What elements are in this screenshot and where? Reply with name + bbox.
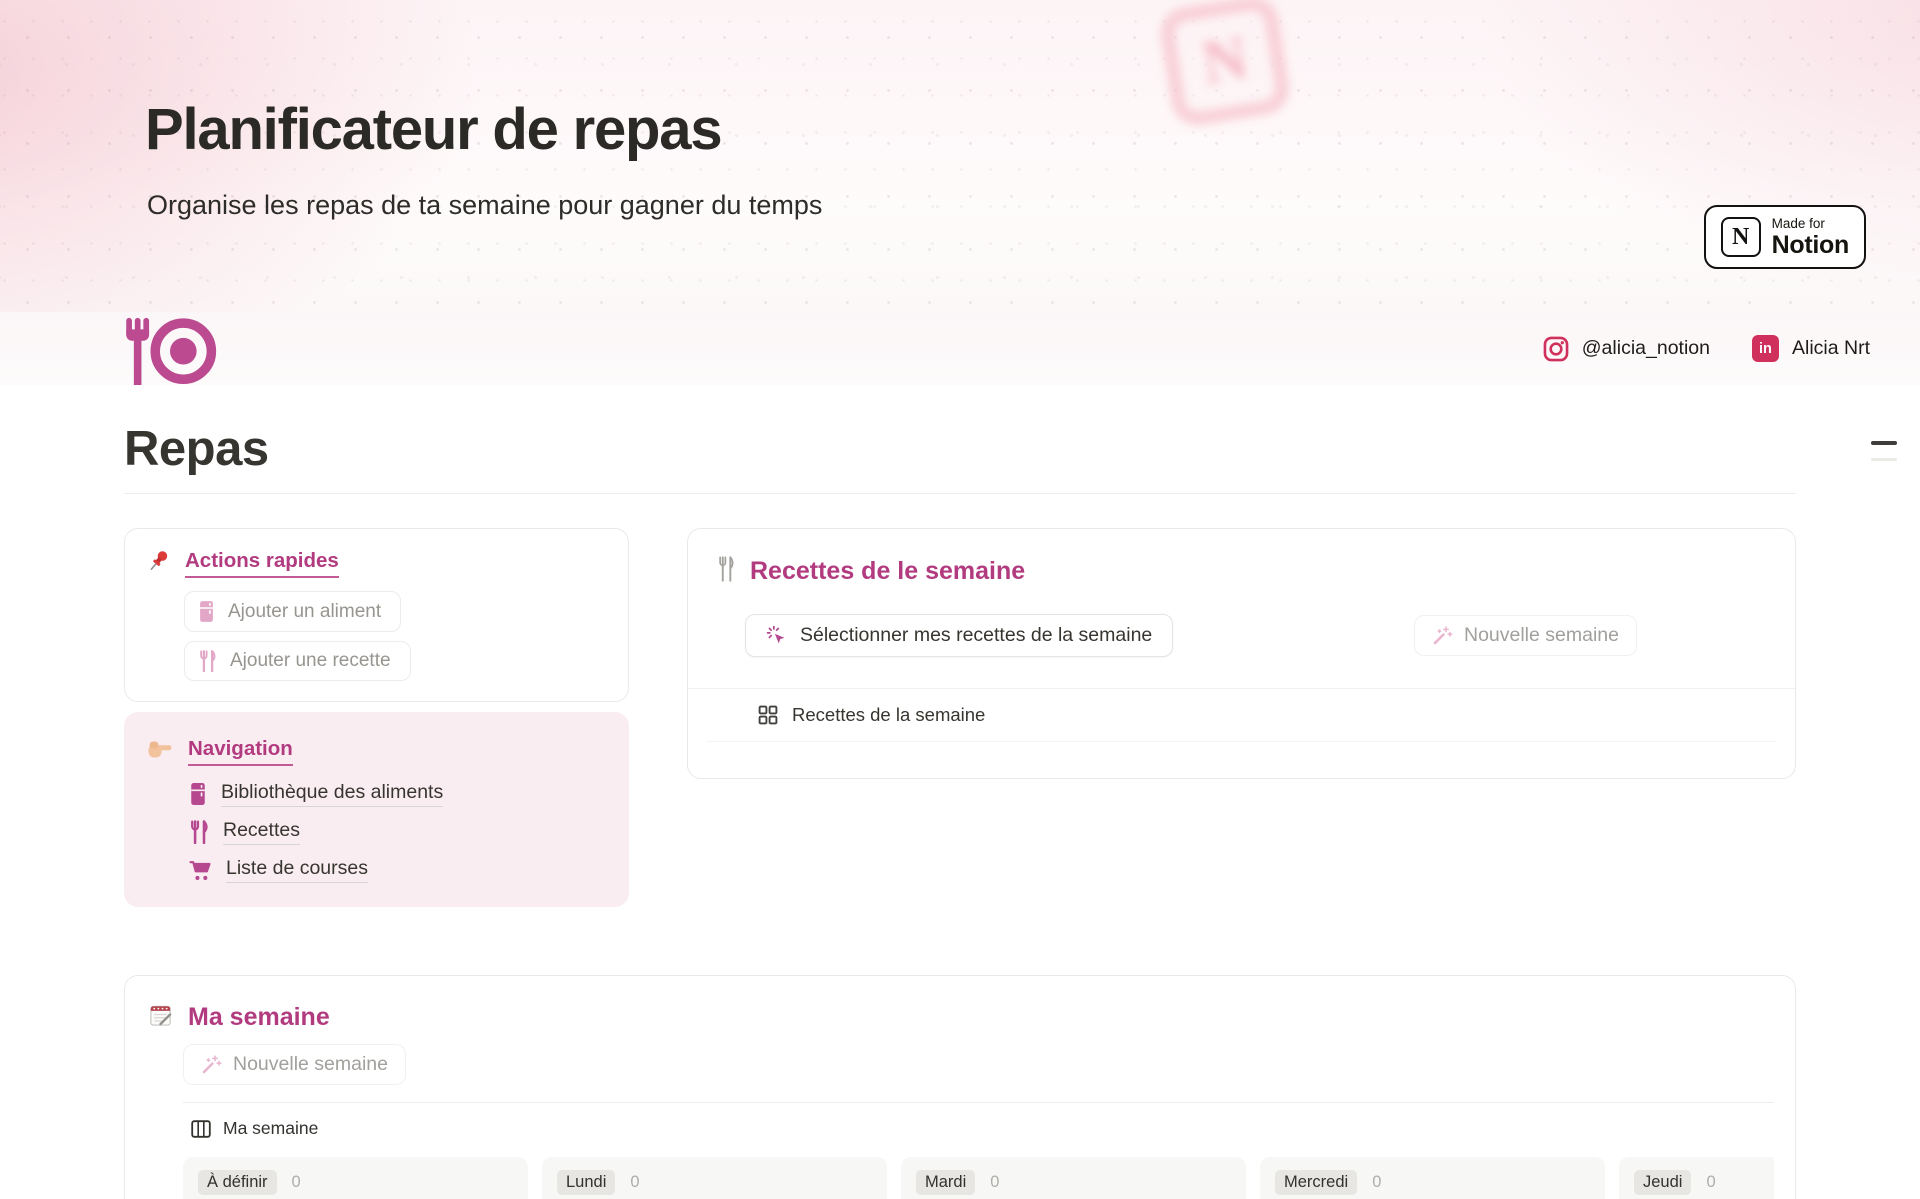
week-recipes-buttons-row: Sélectionner mes recettes de la semaine [688, 588, 1795, 657]
fork-knife-icon [189, 820, 209, 844]
column-chip[interactable]: À définir [198, 1170, 277, 1195]
linkedin-link[interactable]: in Alicia Nrt [1752, 335, 1870, 362]
social-strip: @alicia_notion in Alicia Nrt [0, 312, 1920, 385]
pointing-hand-icon [147, 738, 173, 765]
board-column-jeudi: Jeudi 0 [1619, 1157, 1774, 1199]
collapse-handle-icon[interactable] [1871, 441, 1897, 461]
quick-actions-heading-row: Actions rapides [148, 549, 605, 578]
week-recipes-heading: Recettes de le semaine [750, 557, 1025, 586]
add-food-button[interactable]: Ajouter un aliment [184, 591, 401, 632]
badge-made-for-label: Made for [1772, 216, 1849, 232]
nav-item-shopping-list[interactable]: Liste de courses [189, 857, 606, 883]
select-week-recipes-button[interactable]: Sélectionner mes recettes de la semaine [745, 614, 1173, 657]
two-column-layout: Actions rapides [124, 528, 1796, 907]
magic-wand-icon [1432, 625, 1453, 646]
board-view-label: Ma semaine [223, 1118, 318, 1139]
column-count: 0 [1372, 1173, 1381, 1192]
add-recipe-button[interactable]: Ajouter une recette [184, 641, 411, 681]
notion-watermark-letter: N [1197, 22, 1252, 99]
board-column-mercredi: Mercredi 0 [1260, 1157, 1605, 1199]
nav-item-label: Bibliothèque des aliments [221, 781, 443, 807]
column-count: 0 [630, 1173, 639, 1192]
my-week-heading: Ma semaine [188, 1003, 330, 1032]
board-columns-icon [191, 1120, 211, 1138]
cart-icon [189, 860, 212, 881]
notion-watermark-icon: N [1157, 0, 1292, 129]
nav-item-recipes[interactable]: Recettes [189, 819, 606, 845]
spiral-notepad-icon [148, 1002, 173, 1032]
content-sheet: Repas [0, 385, 1920, 1199]
banner-subtitle: Organise les repas de ta semaine pour ga… [147, 190, 822, 221]
board-column-lundi: Lundi 0 [542, 1157, 887, 1199]
quick-actions-card: Actions rapides [124, 528, 629, 702]
linked-view-week-recipes[interactable]: Recettes de la semaine [688, 689, 1795, 741]
week-recipes-heading-row: Recettes de le semaine [688, 555, 1795, 588]
new-week-label: Nouvelle semaine [1464, 624, 1619, 647]
made-for-notion-badge[interactable]: N Made for Notion [1704, 205, 1866, 269]
header-banner: N Planificateur de repas Organise les re… [0, 0, 1920, 312]
navigation-heading-row: Navigation [147, 737, 606, 766]
navigation-items: Bibliothèque des aliments [189, 781, 606, 883]
column-count: 0 [990, 1173, 999, 1192]
new-week-label: Nouvelle semaine [233, 1053, 388, 1076]
fridge-icon [189, 782, 207, 806]
page-header: Repas [124, 385, 1796, 494]
gallery-grid-icon [758, 705, 778, 725]
board-view-tab[interactable]: Ma semaine [125, 1103, 1795, 1150]
column-chip[interactable]: Mercredi [1275, 1170, 1357, 1195]
notion-logo-letter: N [1732, 224, 1749, 251]
left-column: Actions rapides [124, 528, 629, 907]
cutlery-icon [717, 555, 735, 588]
select-week-recipes-label: Sélectionner mes recettes de la semaine [800, 624, 1152, 647]
column-chip[interactable]: Mardi [916, 1170, 975, 1195]
new-week-button[interactable]: Nouvelle semaine [183, 1044, 406, 1085]
banner-title: Planificateur de repas [145, 96, 721, 163]
quick-actions-heading: Actions rapides [185, 549, 339, 578]
new-week-button[interactable]: Nouvelle semaine [1414, 615, 1637, 656]
fridge-icon [198, 600, 215, 623]
made-for-notion-text: Made for Notion [1772, 216, 1849, 258]
column-chip[interactable]: Jeudi [1634, 1170, 1691, 1195]
magic-wand-icon [201, 1054, 222, 1075]
notion-logo-icon: N [1721, 217, 1761, 257]
column-count: 0 [1706, 1173, 1715, 1192]
board-column-a-definir: À définir 0 [183, 1157, 528, 1199]
linkedin-icon: in [1752, 335, 1779, 362]
board-column-mardi: Mardi 0 [901, 1157, 1246, 1199]
navigation-heading: Navigation [188, 737, 293, 766]
right-column: Recettes de le semaine [687, 528, 1796, 907]
instagram-link[interactable]: @alicia_notion [1543, 336, 1710, 362]
social-links: @alicia_notion in Alicia Nrt [1543, 312, 1870, 385]
week-recipes-card: Recettes de le semaine [687, 528, 1796, 779]
instagram-icon [1543, 336, 1569, 362]
fork-knife-icon [198, 650, 217, 672]
nav-item-label: Liste de courses [226, 857, 368, 883]
nav-item-food-library[interactable]: Bibliothèque des aliments [189, 781, 606, 807]
my-week-card: Ma semaine Nouvelle semaine [124, 975, 1796, 1199]
nav-item-label: Recettes [223, 819, 300, 845]
cursor-click-icon [766, 625, 787, 646]
linkedin-name: Alicia Nrt [1792, 337, 1870, 360]
my-week-heading-row: Ma semaine [125, 1002, 1795, 1032]
instagram-handle: @alicia_notion [1582, 337, 1710, 360]
linked-view-label: Recettes de la semaine [792, 704, 985, 726]
meal-planner-page: N Planificateur de repas Organise les re… [0, 0, 1920, 1199]
navigation-panel: Navigation [124, 712, 629, 907]
column-count: 0 [292, 1173, 301, 1192]
add-recipe-label: Ajouter une recette [230, 650, 391, 672]
page-title: Repas [124, 421, 1796, 477]
column-chip[interactable]: Lundi [557, 1170, 615, 1195]
badge-notion-label: Notion [1772, 232, 1849, 258]
quick-action-buttons: Ajouter un aliment A [184, 591, 605, 681]
kanban-board: À définir 0 Lundi 0 Mardi 0 [183, 1157, 1774, 1199]
add-food-label: Ajouter un aliment [228, 601, 381, 623]
pushpin-icon [148, 549, 170, 578]
